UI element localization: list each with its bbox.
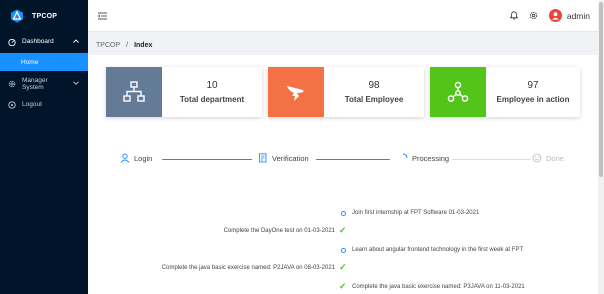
stat-card-label: Total department bbox=[179, 95, 245, 104]
step-connector bbox=[316, 159, 390, 160]
timeline-item-text: Complete the DayOne test on 01-03-2021 bbox=[223, 228, 335, 234]
breadcrumb-current: Index bbox=[134, 42, 153, 49]
settings-icon[interactable] bbox=[529, 11, 538, 20]
steps: Login Verification Processing Done bbox=[120, 153, 570, 165]
user-icon bbox=[552, 12, 559, 20]
sidebar-item-label: Manager System bbox=[22, 76, 48, 91]
chevron-up-icon bbox=[73, 38, 79, 45]
stat-card-in-action[interactable]: 97 Employee in action bbox=[430, 67, 580, 117]
header: admin bbox=[88, 0, 604, 32]
app-logo-icon bbox=[11, 9, 23, 23]
stat-card-icon-box bbox=[268, 67, 324, 117]
scrollbar-thumb[interactable] bbox=[599, 2, 603, 177]
step-label: Processing bbox=[412, 153, 450, 163]
menu-fold-icon[interactable] bbox=[98, 12, 107, 20]
sidebar-item-manager-system[interactable]: Manager System bbox=[0, 75, 88, 92]
check-icon: ✓ bbox=[339, 281, 347, 291]
loading-icon bbox=[402, 153, 408, 159]
step-connector bbox=[452, 159, 530, 160]
step-login: Login bbox=[120, 153, 152, 163]
step-label: Verification bbox=[272, 153, 309, 163]
timeline-dot bbox=[341, 211, 346, 216]
setting-icon bbox=[8, 80, 16, 88]
sidebar-item-label: Dashboard bbox=[22, 38, 54, 45]
solution-icon bbox=[259, 153, 267, 163]
sidebar-item-logout[interactable]: Logout bbox=[0, 96, 88, 113]
logout-icon bbox=[8, 100, 16, 109]
network-icon bbox=[123, 81, 145, 102]
step-connector bbox=[162, 159, 252, 160]
stat-card-label: Employee in action bbox=[496, 95, 570, 104]
stat-card-employee[interactable]: 98 Total Employee bbox=[268, 67, 424, 117]
step-processing: Processing bbox=[398, 153, 449, 163]
stat-card-icon-box bbox=[106, 67, 162, 117]
page-scrollbar[interactable] bbox=[598, 0, 604, 294]
stat-card-value: 97 bbox=[527, 80, 539, 91]
breadcrumb: TPCOP / Index bbox=[96, 42, 152, 49]
brand[interactable]: TPCOP bbox=[0, 0, 88, 32]
step-label: Login bbox=[134, 153, 153, 163]
dingtalk-icon bbox=[287, 86, 304, 101]
step-label: Done bbox=[546, 153, 564, 163]
stat-card-value: 10 bbox=[206, 80, 218, 91]
timeline-dot bbox=[341, 248, 346, 253]
stat-card-icon-box bbox=[430, 67, 486, 117]
avatar[interactable] bbox=[548, 9, 562, 22]
app-name: TPCOP bbox=[32, 12, 58, 20]
share-nodes-icon bbox=[447, 81, 469, 102]
smile-icon bbox=[532, 153, 542, 163]
user-icon bbox=[120, 153, 130, 163]
timeline-item-text: Complete the java basic exercise named: … bbox=[352, 284, 525, 290]
stat-card-label: Total Employee bbox=[344, 95, 404, 104]
timeline-item-text: Complete the java basic exercise named: … bbox=[161, 265, 335, 271]
bell-icon[interactable] bbox=[509, 11, 518, 20]
sidebar-item-home[interactable]: Home bbox=[0, 53, 88, 71]
step-verification: Verification bbox=[258, 153, 309, 163]
stat-card-value: 98 bbox=[368, 80, 380, 91]
check-icon: ✓ bbox=[339, 225, 347, 235]
timeline-item-text: Join first internship at FPT Software 01… bbox=[352, 210, 480, 216]
user-name[interactable]: admin bbox=[567, 11, 590, 21]
sidebar: TPCOP Dashboard Home Manager System Logo… bbox=[0, 0, 88, 294]
sidebar-item-dashboard[interactable]: Dashboard bbox=[0, 33, 88, 50]
dashboard-icon bbox=[8, 38, 16, 46]
breadcrumb-root[interactable]: TPCOP bbox=[96, 42, 120, 49]
sidebar-item-label: Logout bbox=[22, 101, 42, 108]
chevron-down-icon bbox=[73, 80, 79, 87]
check-icon: ✓ bbox=[339, 262, 347, 272]
timeline-item-text: Learn about angular frontend technology … bbox=[352, 247, 524, 253]
sidebar-item-label: Home bbox=[21, 58, 39, 66]
stat-card-department[interactable]: 10 Total department bbox=[106, 67, 262, 117]
breadcrumb-separator: / bbox=[126, 42, 129, 49]
step-done: Done bbox=[532, 153, 564, 163]
